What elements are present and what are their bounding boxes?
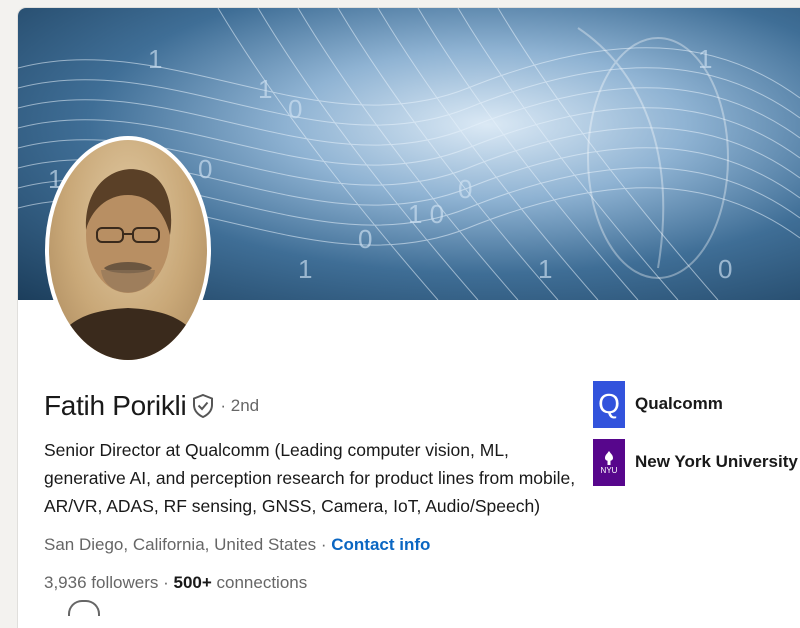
svg-text:0: 0 bbox=[458, 174, 472, 204]
org-item-qualcomm[interactable]: Q Qualcomm bbox=[593, 380, 798, 428]
name-row: Fatih Porikli · 2nd bbox=[44, 390, 259, 422]
svg-text:1: 1 bbox=[258, 74, 272, 104]
nyu-logo-icon: NYU bbox=[593, 438, 625, 486]
svg-text:0: 0 bbox=[198, 154, 212, 184]
org-item-nyu[interactable]: NYU New York University bbox=[593, 438, 798, 486]
svg-text:1 0: 1 0 bbox=[408, 199, 444, 229]
svg-text:0: 0 bbox=[288, 94, 302, 124]
svg-text:0: 0 bbox=[718, 254, 732, 284]
svg-text:1: 1 bbox=[698, 44, 712, 74]
profile-card: 1 1 0 0 1 0 0 1 1 0 1 0 1 0 bbox=[18, 8, 800, 628]
stats-separator: · bbox=[163, 573, 174, 592]
separator: · bbox=[316, 535, 332, 554]
connections-count: 500+ bbox=[173, 573, 212, 592]
verified-badge-icon[interactable] bbox=[192, 394, 214, 418]
profile-headline: Senior Director at Qualcomm (Leading com… bbox=[44, 440, 576, 516]
followers-link[interactable]: 3,936 followers bbox=[44, 573, 158, 592]
stats-row: 3,936 followers · 500+ connections bbox=[44, 573, 307, 593]
contact-info-link[interactable]: Contact info bbox=[331, 535, 430, 554]
profile-location: San Diego, California, United States bbox=[44, 535, 317, 554]
profile-name: Fatih Porikli bbox=[44, 390, 187, 421]
connections-link[interactable]: 500+ connections bbox=[173, 573, 307, 592]
followers-count: 3,936 bbox=[44, 573, 87, 592]
followers-label: followers bbox=[86, 573, 159, 592]
connections-label: connections bbox=[211, 573, 308, 592]
qualcomm-logo-icon: Q bbox=[593, 380, 625, 428]
svg-text:1: 1 bbox=[148, 44, 162, 74]
partial-icon bbox=[68, 600, 100, 616]
org-name-nyu: New York University bbox=[635, 452, 798, 471]
profile-photo bbox=[49, 140, 207, 360]
svg-text:1: 1 bbox=[298, 254, 312, 284]
nyu-logo-text: NYU bbox=[600, 465, 618, 475]
organizations-list: Q Qualcomm NYU New York University bbox=[593, 380, 798, 496]
location-row: San Diego, California, United States · C… bbox=[44, 535, 430, 555]
svg-text:1: 1 bbox=[538, 254, 552, 284]
org-name-qualcomm: Qualcomm bbox=[635, 394, 723, 413]
qualcomm-logo-text: Q bbox=[598, 388, 620, 419]
connection-degree: · 2nd bbox=[220, 396, 260, 415]
svg-text:0: 0 bbox=[358, 224, 372, 254]
profile-avatar[interactable] bbox=[45, 136, 211, 364]
